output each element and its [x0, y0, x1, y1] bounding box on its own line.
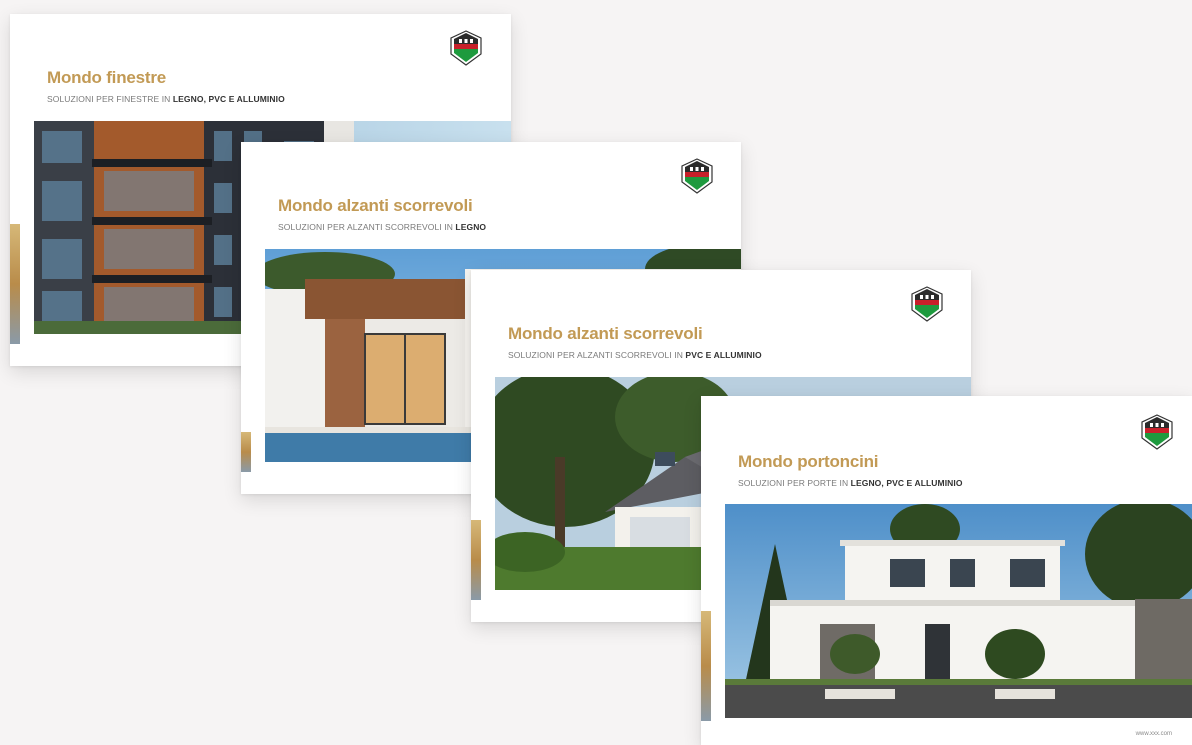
footer-url: www.xxx.com — [1135, 731, 1172, 737]
subtitle-prefix: SOLUZIONI PER PORTE IN — [738, 478, 851, 488]
house-shield-logo-icon — [681, 158, 713, 199]
card-subtitle: SOLUZIONI PER FINESTRE IN LEGNO, PVC E A… — [47, 94, 285, 104]
subtitle-prefix: SOLUZIONI PER ALZANTI SCORREVOLI IN — [508, 350, 686, 360]
card-title: Mondo portoncini — [738, 452, 879, 471]
card-subtitle: SOLUZIONI PER PORTE IN LEGNO, PVC E ALLU… — [738, 478, 963, 488]
brochure-edge-strip — [471, 520, 481, 600]
card-subtitle: SOLUZIONI PER ALZANTI SCORREVOLI IN PVC … — [508, 350, 762, 360]
subtitle-bold: LEGNO, PVC E ALLUMINIO — [850, 478, 963, 488]
subtitle-bold: LEGNO, PVC E ALLUMINIO — [172, 94, 285, 104]
modern-house-facade-photo — [725, 504, 1192, 718]
card-title: Mondo alzanti scorrevoli — [508, 324, 703, 343]
subtitle-prefix: SOLUZIONI PER ALZANTI SCORREVOLI IN — [278, 222, 456, 232]
brochure-edge-strip — [10, 224, 20, 344]
card-title: Mondo finestre — [47, 68, 167, 87]
card-subtitle: SOLUZIONI PER ALZANTI SCORREVOLI IN LEGN… — [278, 222, 486, 232]
house-shield-logo-icon — [911, 286, 943, 327]
subtitle-prefix: SOLUZIONI PER FINESTRE IN — [47, 94, 173, 104]
subtitle-bold: LEGNO — [455, 222, 487, 232]
house-shield-logo-icon — [1141, 414, 1173, 455]
card-title: Mondo alzanti scorrevoli — [278, 196, 473, 215]
subtitle-bold: PVC E ALLUMINIO — [685, 350, 762, 360]
brochure-card-portoncini[interactable]: Mondo portoncini SOLUZIONI PER PORTE IN … — [701, 396, 1192, 745]
brochure-edge-strip — [701, 611, 711, 721]
house-shield-logo-icon — [450, 30, 482, 71]
brochure-edge-strip — [241, 432, 251, 472]
